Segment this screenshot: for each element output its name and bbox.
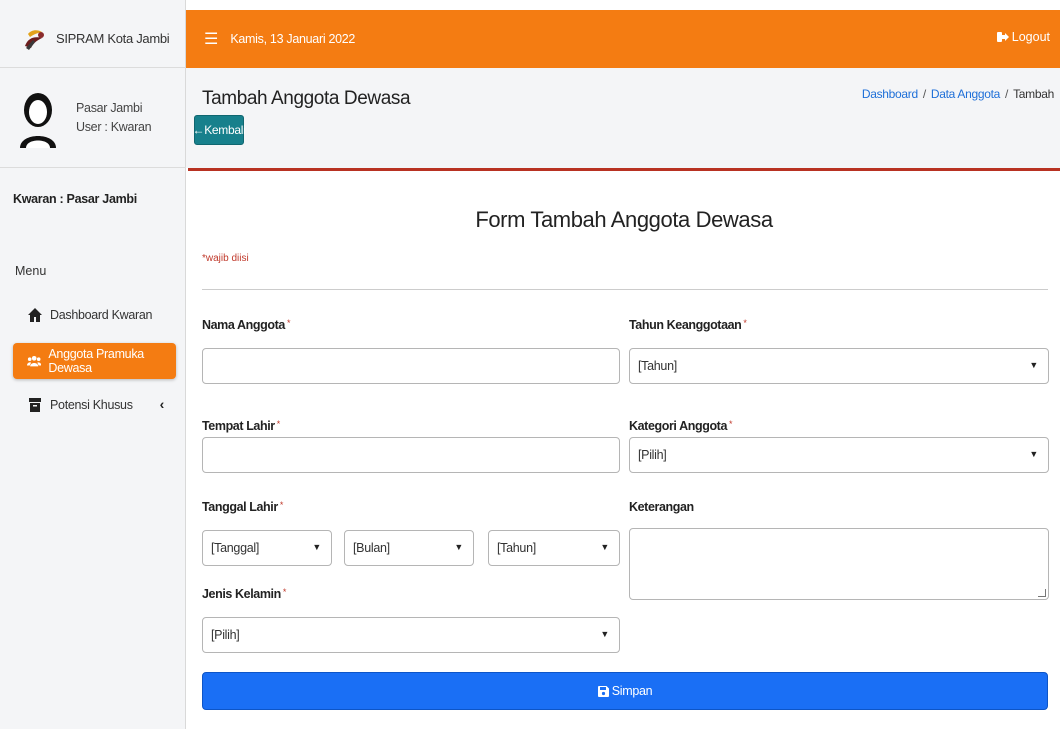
- tempat-lahir-label: Tempat Lahir *: [202, 419, 280, 433]
- menu-header: Menu: [15, 264, 47, 278]
- chevron-down-icon: ▼: [1029, 449, 1038, 459]
- kategori-anggota-label: Kategori Anggota *: [629, 419, 733, 433]
- sidebar-item-dashboard-kwaran[interactable]: Dashboard Kwaran: [13, 297, 176, 333]
- kwaran-label: Kwaran : Pasar Jambi: [13, 192, 137, 206]
- chevron-down-icon: ▼: [600, 629, 609, 639]
- form-title: Form Tambah Anggota Dewasa: [475, 207, 773, 232]
- users-icon: [27, 355, 42, 367]
- chevron-down-icon: ▼: [312, 542, 321, 552]
- user-role: User : Kwaran: [76, 119, 152, 134]
- required-note: *wajib diisi: [202, 253, 249, 264]
- tanggal-select[interactable]: [Tanggal] ▼: [202, 530, 332, 566]
- jenis-kelamin-label: Jenis Kelamin *: [202, 587, 286, 601]
- sidebar-item-label: Dashboard Kwaran: [50, 308, 153, 322]
- logout-link[interactable]: Logout: [996, 30, 1050, 44]
- bulan-select-value: [Bulan]: [353, 541, 390, 555]
- tahun-keanggotaan-label: Tahun Keanggotaan *: [629, 318, 747, 332]
- user-name: Pasar Jambi: [76, 100, 143, 115]
- sidebar-item-label: Anggota Pramuka Dewasa: [48, 347, 144, 375]
- simpan-label: Simpan: [611, 684, 653, 698]
- bulan-select[interactable]: [Bulan] ▼: [344, 530, 474, 566]
- logout-label: Logout: [1011, 30, 1050, 44]
- archive-icon: [29, 398, 41, 412]
- tanggal-select-value: [Tanggal]: [211, 541, 260, 555]
- jenis-kelamin-select[interactable]: [Pilih] ▼: [202, 617, 620, 653]
- keterangan-textarea[interactable]: [629, 528, 1049, 600]
- kategori-anggota-select-value: [Pilih]: [638, 448, 667, 462]
- simpan-button[interactable]: Simpan: [202, 672, 1048, 710]
- sidebar-item-label: Potensi Khusus: [50, 398, 133, 412]
- brand-link[interactable]: SIPRAM Kota Jambi: [0, 10, 186, 68]
- chevron-down-icon: ▼: [600, 542, 609, 552]
- tempat-lahir-input[interactable]: [202, 437, 620, 473]
- logout-icon: [996, 32, 1009, 42]
- breadcrumb-separator: /: [922, 87, 926, 101]
- menu-toggle-icon[interactable]: ☰: [204, 29, 218, 49]
- page-title: Tambah Anggota Dewasa: [202, 88, 411, 109]
- tahun-lahir-select[interactable]: [Tahun] ▼: [488, 530, 620, 566]
- breadcrumb: Dashboard / Data Anggota / Tambah: [862, 87, 1054, 101]
- form-card: Form Tambah Anggota Dewasa *wajib diisi …: [188, 168, 1060, 729]
- tahun-keanggotaan-select-value: [Tahun]: [638, 359, 677, 373]
- nama-anggota-input[interactable]: [202, 348, 620, 384]
- sidebar: SIPRAM Kota Jambi Pasar Jambi User : Kwa…: [0, 0, 186, 729]
- breadcrumb-current: Tambah: [1013, 87, 1054, 101]
- sidebar-item-anggota-pramuka-dewasa[interactable]: Anggota Pramuka Dewasa: [13, 343, 176, 379]
- brand-title: SIPRAM Kota Jambi: [56, 31, 170, 46]
- content-header: Tambah Anggota Dewasa ←Kembali Dashboard…: [186, 68, 1060, 168]
- breadcrumb-dashboard[interactable]: Dashboard: [862, 87, 918, 101]
- back-button[interactable]: ←Kembali: [193, 115, 246, 145]
- jenis-kelamin-select-value: [Pilih]: [211, 628, 240, 642]
- user-avatar-icon: [20, 92, 56, 148]
- tanggal-lahir-label: Tanggal Lahir *: [202, 500, 283, 514]
- breadcrumb-data-anggota[interactable]: Data Anggota: [931, 87, 1000, 101]
- keterangan-label: Keterangan: [629, 500, 694, 514]
- logo-icon: [25, 29, 44, 50]
- top-navbar: ☰ Kamis, 13 Januari 2022 Logout: [186, 10, 1060, 68]
- kategori-anggota-select[interactable]: [Pilih] ▼: [629, 437, 1049, 473]
- home-icon: [28, 308, 42, 322]
- tahun-lahir-select-value: [Tahun]: [497, 541, 536, 555]
- user-panel: Pasar Jambi User : Kwaran: [0, 68, 186, 168]
- save-icon: [597, 685, 609, 697]
- chevron-left-icon: ‹: [159, 396, 165, 412]
- chevron-down-icon: ▼: [454, 542, 463, 552]
- sidebar-item-potensi-khusus[interactable]: Potensi Khusus ‹: [13, 387, 176, 423]
- current-date: Kamis, 13 Januari 2022: [230, 32, 356, 46]
- nama-anggota-label: Nama Anggota *: [202, 318, 291, 332]
- breadcrumb-separator: /: [1005, 87, 1009, 101]
- tahun-keanggotaan-select[interactable]: [Tahun] ▼: [629, 348, 1049, 384]
- chevron-down-icon: ▼: [1029, 360, 1038, 370]
- resize-handle-icon[interactable]: [1038, 589, 1046, 597]
- divider: [202, 289, 1048, 290]
